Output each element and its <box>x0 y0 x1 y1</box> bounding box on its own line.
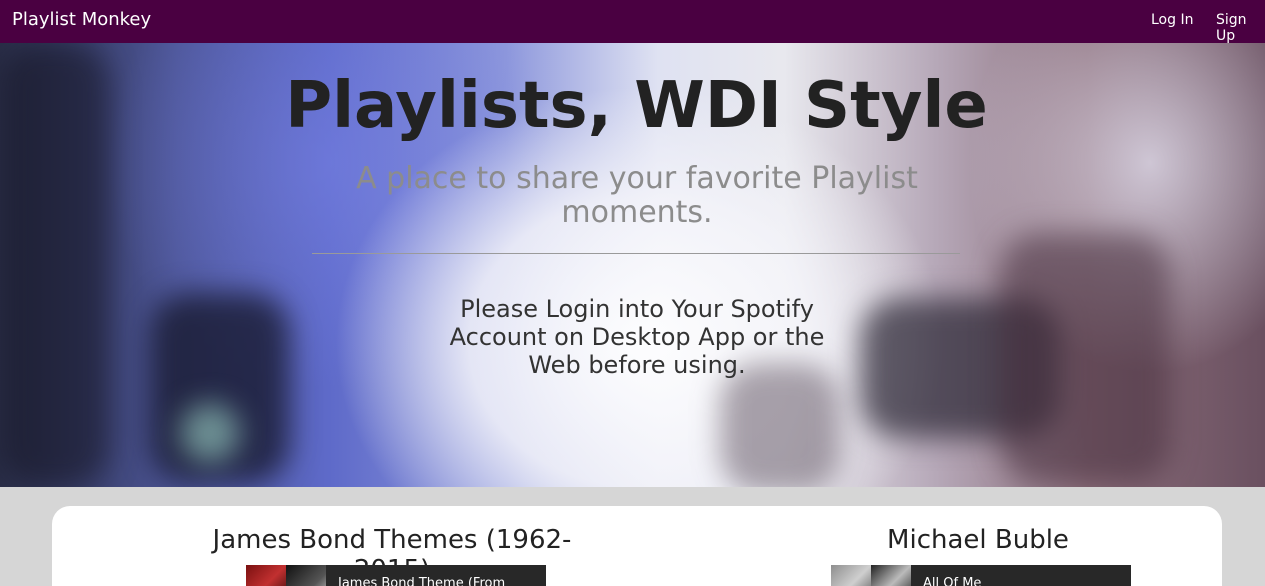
background-shape <box>720 363 840 487</box>
hero-title: Playlists, WDI Style <box>285 69 988 143</box>
album-cover <box>871 565 911 586</box>
hero-divider <box>312 253 960 254</box>
track-title[interactable]: James Bond Theme (From <box>326 565 505 586</box>
album-cover <box>286 565 326 586</box>
login-notice: Please Login into Your Spotify Account o… <box>449 295 825 379</box>
background-shape <box>180 403 240 463</box>
background-shape <box>1000 233 1170 483</box>
playlists-panel: James Bond Themes (1962-2015) James Bond… <box>52 506 1222 586</box>
spotify-player[interactable]: All Of Me <box>831 565 1131 586</box>
login-link[interactable]: Log In <box>1151 12 1193 28</box>
top-navbar: Playlist Monkey Log In Sign Up <box>0 0 1265 44</box>
album-cover <box>246 565 286 586</box>
signup-link[interactable]: Sign Up <box>1216 12 1265 44</box>
hero-subtitle: A place to share your favorite Playlist … <box>356 161 918 230</box>
album-cover <box>831 565 871 586</box>
track-title[interactable]: All Of Me <box>911 565 981 586</box>
spotify-player[interactable]: James Bond Theme (From <box>246 565 546 586</box>
playlist-title: Michael Buble <box>887 525 1069 555</box>
brand-logo[interactable]: Playlist Monkey <box>12 9 151 30</box>
hero-banner: Playlists, WDI Style A place to share yo… <box>0 43 1265 487</box>
